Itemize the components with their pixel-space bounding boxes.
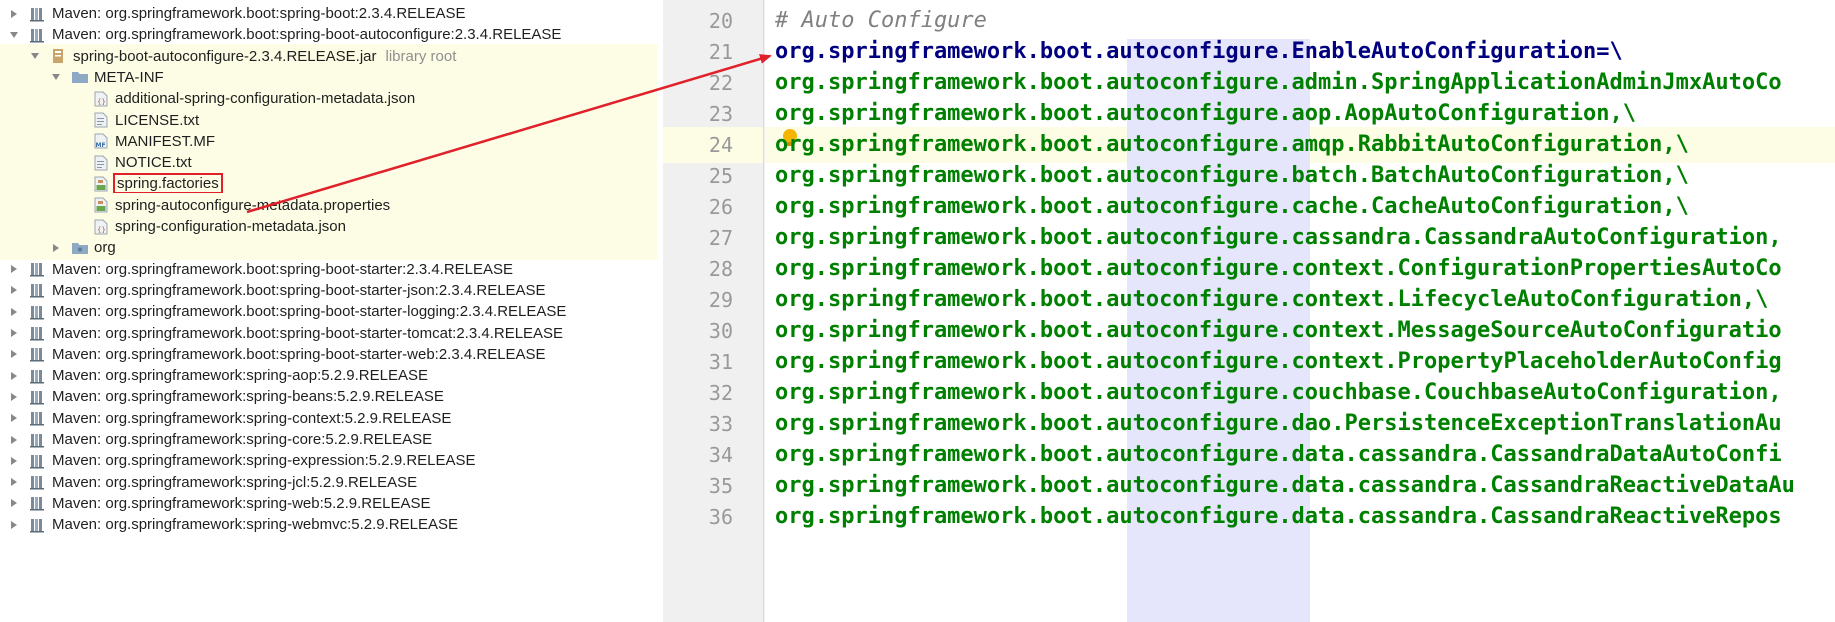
tree-row-label: META-INF [94,68,164,86]
spring-factories-label: spring.factories [113,173,223,195]
project-tree: Maven: org.springframework.boot:spring-b… [0,0,657,622]
collapsed-arrow-icon[interactable] [8,456,20,465]
line-number: 36 [708,505,733,529]
library-root-label: library root [385,47,457,65]
collapsed-arrow-icon[interactable] [8,435,20,444]
collapsed-arrow-icon[interactable] [8,371,20,380]
code-token-val: org.springframework.boot.autoconfigure.c… [775,380,1782,405]
expanded-arrow-icon[interactable] [8,31,20,38]
code-token-val: org.springframework.boot.autoconfigure.c… [775,256,1782,281]
tree-row-label: org [94,239,116,257]
code-token-key: org.springframework.boot.autoconfigure.E… [775,39,1597,64]
code-token-val: org.springframework.boot.autoconfigure.c… [775,318,1782,343]
tree-row-label: LICENSE.txt [115,111,200,129]
gutter-separator [763,0,764,622]
tree-row-label: Maven: org.springframework:spring-web:5.… [52,494,431,512]
collapsed-arrow-icon[interactable] [8,350,20,359]
tree-row-label: spring-boot-autoconfigure-2.3.4.RELEASE.… [73,47,377,65]
collapsed-arrow-icon[interactable] [8,520,20,529]
tree-row-label: Maven: org.springframework:spring-expres… [52,452,476,470]
line-number-gutter: 20 21 22 23 24 25 26 27 28 29 30 31 32 33 34 35 36 [663,0,765,622]
tree-row-label: Maven: org.springframework:spring-webmvc… [52,516,458,534]
tree-row-label: Maven: org.springframework.boot:spring-b… [52,345,546,363]
code-token-val: org.springframework.boot.autoconfigure.d… [775,411,1782,436]
tree-row-label: Maven: org.springframework.boot:spring-b… [52,260,514,278]
tree-row-label: additional-spring-configuration-metadata… [115,90,416,108]
library-icon [30,304,46,320]
text-file-icon [93,112,109,128]
code-token-val: org.springframework.boot.autoconfigure.a… [775,132,1689,157]
code-token-val: org.springframework.boot.autoconfigure.d… [775,442,1782,467]
library-icon [30,346,46,362]
expanded-arrow-icon[interactable] [50,74,62,81]
tree-row-label: Maven: org.springframework:spring-beans:… [52,388,444,406]
code-token-val: org.springframework.boot.autoconfigure.c… [775,349,1782,374]
tree-row-label: Maven: org.springframework.boot:spring-b… [52,303,567,321]
tree-row-label: Maven: org.springframework.boot:spring-b… [52,5,466,22]
collapsed-arrow-icon[interactable] [8,286,20,295]
library-icon [30,282,46,298]
collapsed-arrow-icon[interactable] [8,329,20,337]
code-token-comment: # Auto Configure [775,8,987,33]
tree-row[interactable]: Maven: org.springframework:spring-webmvc… [0,512,657,537]
tree-row-label: Maven: org.springframework.boot:spring-b… [52,324,564,342]
tree-row-label: Maven: org.springframework.boot:spring-b… [52,281,546,299]
library-icon [30,410,46,426]
library-icon [30,453,46,469]
code-token-val: org.springframework.boot.autoconfigure.c… [775,225,1782,250]
tree-row-label: Maven: org.springframework:spring-jcl:5.… [52,473,418,491]
library-icon [30,517,46,533]
svg-text:{}: {} [97,226,106,234]
json-file-icon: {} [93,91,109,107]
library-icon [30,27,46,43]
tree-row-label: spring-autoconfigure-metadata.properties [115,196,391,214]
collapsed-arrow-icon[interactable] [8,478,20,487]
tree-row-label: spring-configuration-metadata.json [115,218,346,235]
library-icon [30,432,46,448]
manifest-file-icon: MF [93,133,109,149]
code-token-val: org.springframework.boot.autoconfigure.a… [775,70,1782,95]
code-token-op: =\ [1596,39,1623,64]
collapsed-arrow-icon[interactable] [8,499,20,508]
code-token-val: org.springframework.boot.autoconfigure.c… [775,194,1689,219]
svg-text:{}: {} [97,98,106,106]
library-icon [30,325,46,341]
code-token-val: org.springframework.boot.autoconfigure.b… [775,163,1689,188]
code-line[interactable]: org.springframework.boot.autoconfigure.d… [775,499,1782,535]
tree-row-label: Maven: org.springframework:spring-contex… [52,409,452,427]
json-file-icon: {} [93,219,109,235]
library-icon [30,261,46,277]
code-token-val: org.springframework.boot.autoconfigure.c… [775,287,1769,312]
folder-icon [72,69,88,85]
code-token-val: org.springframework.boot.autoconfigure.d… [775,504,1782,529]
tree-row-label: Maven: org.springframework:spring-core:5… [52,431,433,448]
code-token-val: org.springframework.boot.autoconfigure.d… [775,473,1795,498]
collapsed-arrow-icon[interactable] [50,243,62,252]
tree-row-label: NOTICE.txt [115,154,192,172]
library-icon [30,6,46,22]
tree-row-label: Maven: org.springframework:spring-aop:5.… [52,367,429,385]
properties-file-icon [93,176,109,192]
code-token-val: org.springframework.boot.autoconfigure.a… [775,101,1636,126]
library-icon [30,389,46,405]
collapsed-arrow-icon[interactable] [8,9,20,18]
properties-file-icon [93,197,109,213]
tree-row-label: Maven: org.springframework.boot:spring-b… [52,26,562,44]
tree-row-label: MANIFEST.MF [115,132,215,150]
library-icon [30,495,46,511]
collapsed-arrow-icon[interactable] [8,392,20,401]
collapsed-arrow-icon[interactable] [8,265,20,274]
jar-icon [51,48,67,64]
library-icon [30,474,46,490]
collapsed-arrow-icon[interactable] [8,414,20,423]
library-icon [30,368,46,384]
code-editor[interactable]: # Auto Configure org.springframework.boot… [765,0,1835,622]
svg-text:MF: MF [96,142,106,149]
expanded-arrow-icon[interactable] [29,53,41,60]
package-folder-icon [72,240,88,256]
text-file-icon [93,155,109,171]
collapsed-arrow-icon[interactable] [8,307,20,316]
